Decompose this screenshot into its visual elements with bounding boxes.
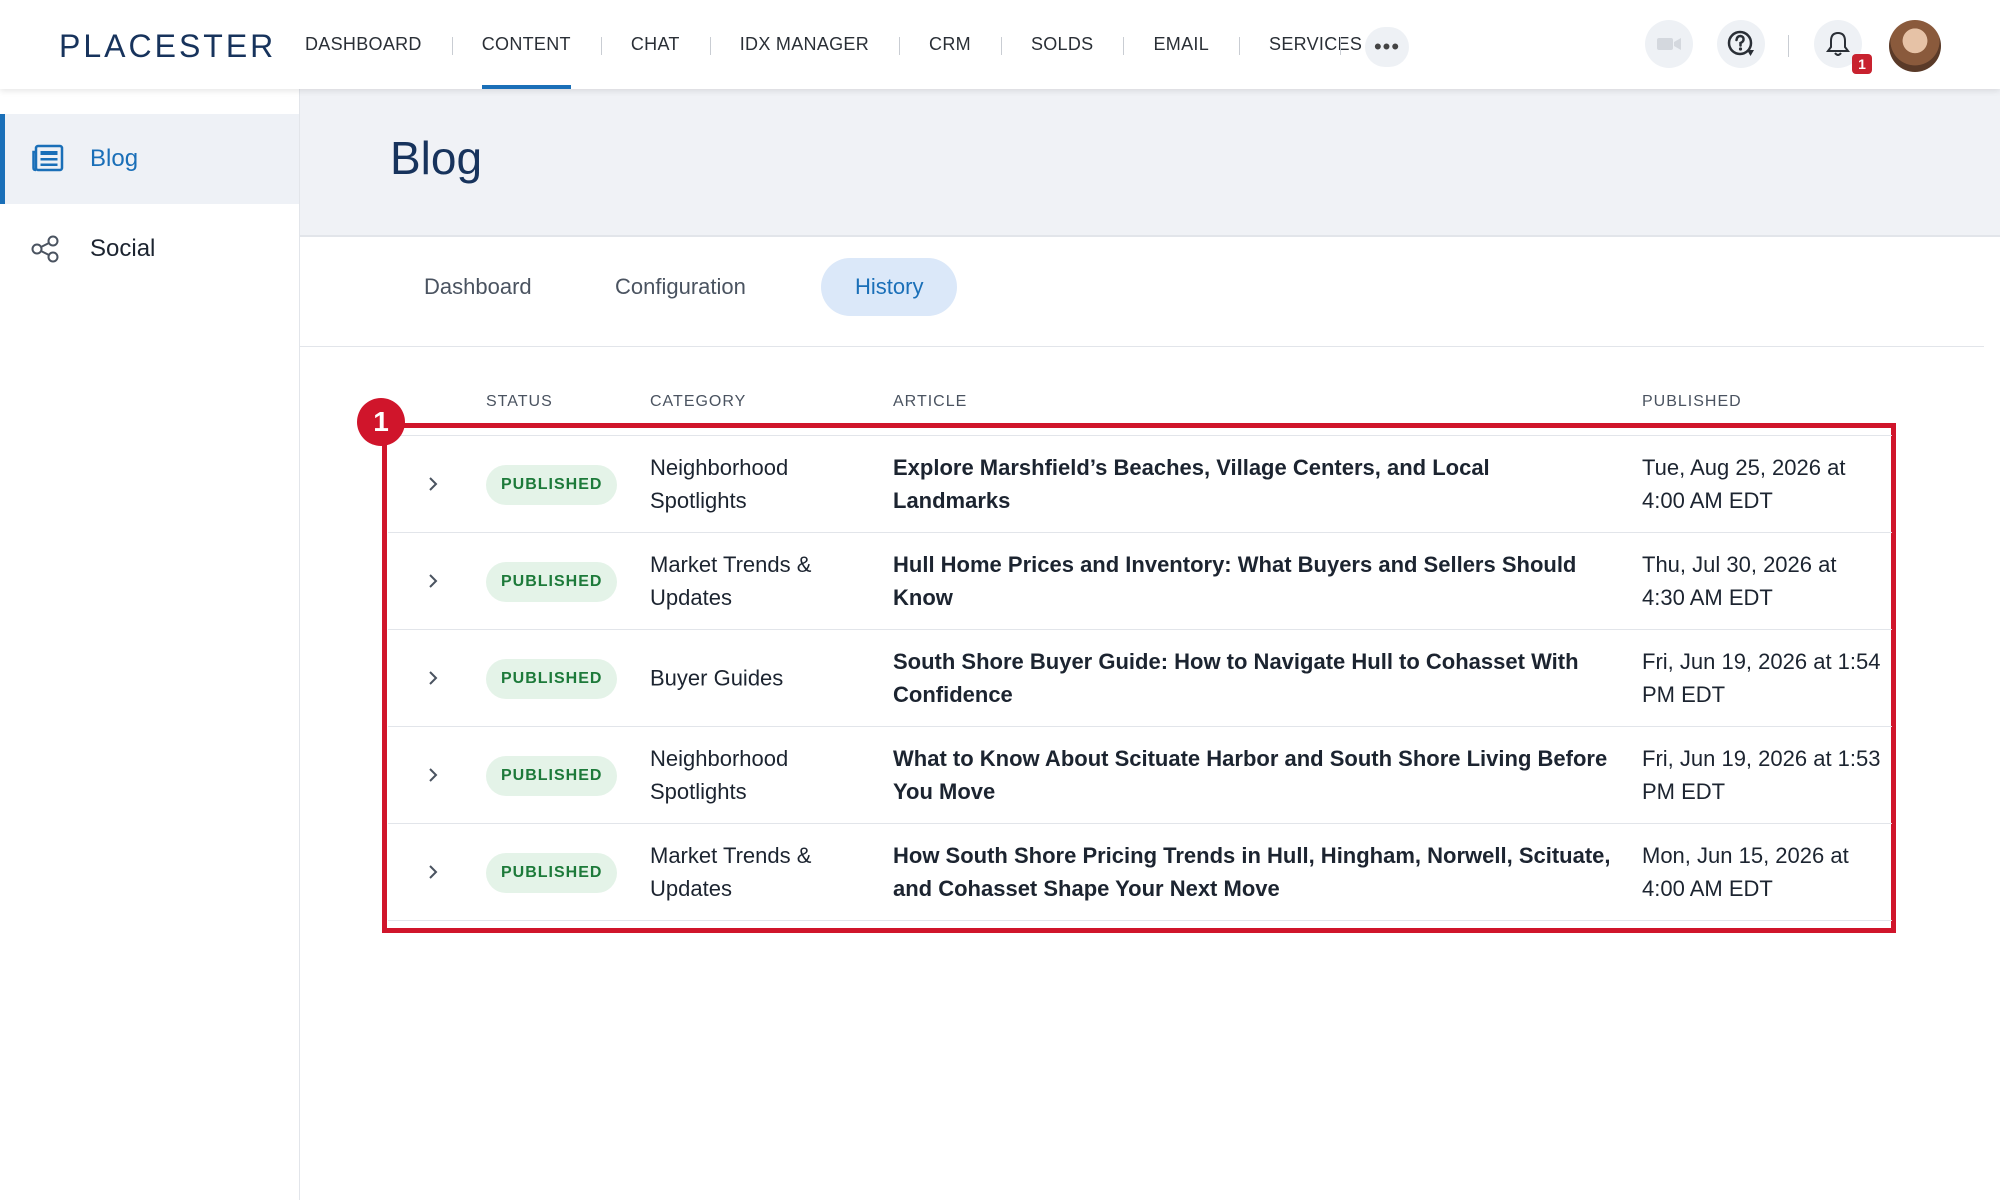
status-badge: PUBLISHED (486, 659, 618, 699)
sidebar-item-blog[interactable]: Blog (0, 114, 299, 204)
notification-count-badge: 1 (1852, 54, 1872, 74)
tab-configuration[interactable]: Configuration (581, 258, 780, 316)
column-header-published: PUBLISHED (1642, 393, 1742, 410)
nav-item-email[interactable]: EMAIL (1123, 0, 1239, 89)
nav-item-idx-manager[interactable]: IDX MANAGER (709, 0, 899, 89)
help-button[interactable] (1717, 20, 1765, 68)
bell-icon (1826, 31, 1850, 56)
video-button[interactable] (1645, 20, 1693, 68)
share-icon (31, 235, 59, 263)
tab-bar: Dashboard Configuration History (300, 236, 1984, 347)
published-date: Fri, Jun 19, 2026 at 1:53 PM EDT (1642, 746, 1881, 804)
status-badge: PUBLISHED (486, 465, 618, 505)
category-cell: Buyer Guides (650, 665, 784, 691)
history-table: PUBLISHED Neighborhood Spotlights Explor… (388, 435, 1892, 921)
article-title[interactable]: Hull Home Prices and Inventory: What Buy… (893, 548, 1613, 614)
annotation-number-badge: 1 (357, 398, 405, 446)
nav-item-solds[interactable]: SOLDS (1000, 0, 1124, 89)
chevron-right-icon[interactable] (424, 666, 442, 690)
tab-history[interactable]: History (821, 258, 958, 316)
nav-item-content[interactable]: CONTENT (451, 0, 601, 89)
sidebar-item-label: Social (90, 235, 156, 262)
published-date: Thu, Jul 30, 2026 at 4:30 AM EDT (1642, 552, 1837, 610)
column-header-status: STATUS (486, 393, 553, 410)
column-header-article: ARTICLE (893, 393, 968, 410)
sidebar: Blog Social (0, 89, 300, 1200)
article-title[interactable]: South Shore Buyer Guide: How to Navigate… (893, 645, 1613, 711)
sidebar-item-social[interactable]: Social (0, 204, 299, 294)
nav-item-dashboard[interactable]: DASHBOARD (275, 0, 452, 89)
published-date: Mon, Jun 15, 2026 at 4:00 AM EDT (1642, 843, 1849, 901)
main-nav: DASHBOARD CONTENT CHAT IDX MANAGER CRM S… (275, 0, 1392, 89)
chevron-right-icon[interactable] (424, 763, 442, 787)
nav-item-crm[interactable]: CRM (899, 0, 1001, 89)
user-avatar[interactable] (1889, 20, 1941, 72)
tab-dashboard[interactable]: Dashboard (390, 258, 566, 316)
column-header-category: CATEGORY (650, 393, 747, 410)
chevron-right-icon[interactable] (424, 569, 442, 593)
article-title[interactable]: What to Know About Scituate Harbor and S… (893, 742, 1613, 808)
nav-item-chat[interactable]: CHAT (600, 0, 710, 89)
category-cell: Neighborhood Spotlights (650, 455, 789, 513)
newspaper-icon (32, 144, 64, 172)
chevron-right-icon[interactable] (424, 472, 442, 496)
help-icon (1727, 30, 1754, 56)
page-title: Blog (390, 132, 483, 184)
table-row[interactable]: PUBLISHED Market Trends & Updates Hull H… (388, 532, 1892, 629)
top-navigation: PLACESTER DASHBOARD CONTENT CHAT IDX MAN… (0, 0, 2000, 89)
video-camera-icon (1657, 38, 1681, 50)
article-title[interactable]: How South Shore Pricing Trends in Hull, … (893, 839, 1613, 905)
status-badge: PUBLISHED (486, 853, 618, 893)
article-title[interactable]: Explore Marshfield’s Beaches, Village Ce… (893, 451, 1613, 517)
table-row[interactable]: PUBLISHED Market Trends & Updates How So… (388, 823, 1892, 921)
published-date: Fri, Jun 19, 2026 at 1:54 PM EDT (1642, 649, 1881, 707)
category-cell: Neighborhood Spotlights (650, 746, 789, 804)
nav-divider (1340, 37, 1341, 55)
toolbar-divider (1788, 35, 1789, 57)
category-cell: Market Trends & Updates (650, 843, 812, 901)
chevron-right-icon[interactable] (424, 860, 442, 884)
placester-logo[interactable]: PLACESTER (59, 28, 276, 65)
category-cell: Market Trends & Updates (650, 552, 812, 610)
table-row[interactable]: PUBLISHED Neighborhood Spotlights What t… (388, 726, 1892, 823)
more-menu-button[interactable]: ••• (1365, 27, 1409, 67)
table-row[interactable]: PUBLISHED Neighborhood Spotlights Explor… (388, 435, 1892, 532)
status-badge: PUBLISHED (486, 562, 618, 602)
sidebar-item-label: Blog (90, 145, 139, 172)
status-badge: PUBLISHED (486, 756, 618, 796)
published-date: Tue, Aug 25, 2026 at 4:00 AM EDT (1642, 455, 1846, 513)
table-row[interactable]: PUBLISHED Buyer Guides South Shore Buyer… (388, 629, 1892, 726)
page-header: Blog (300, 89, 2000, 237)
